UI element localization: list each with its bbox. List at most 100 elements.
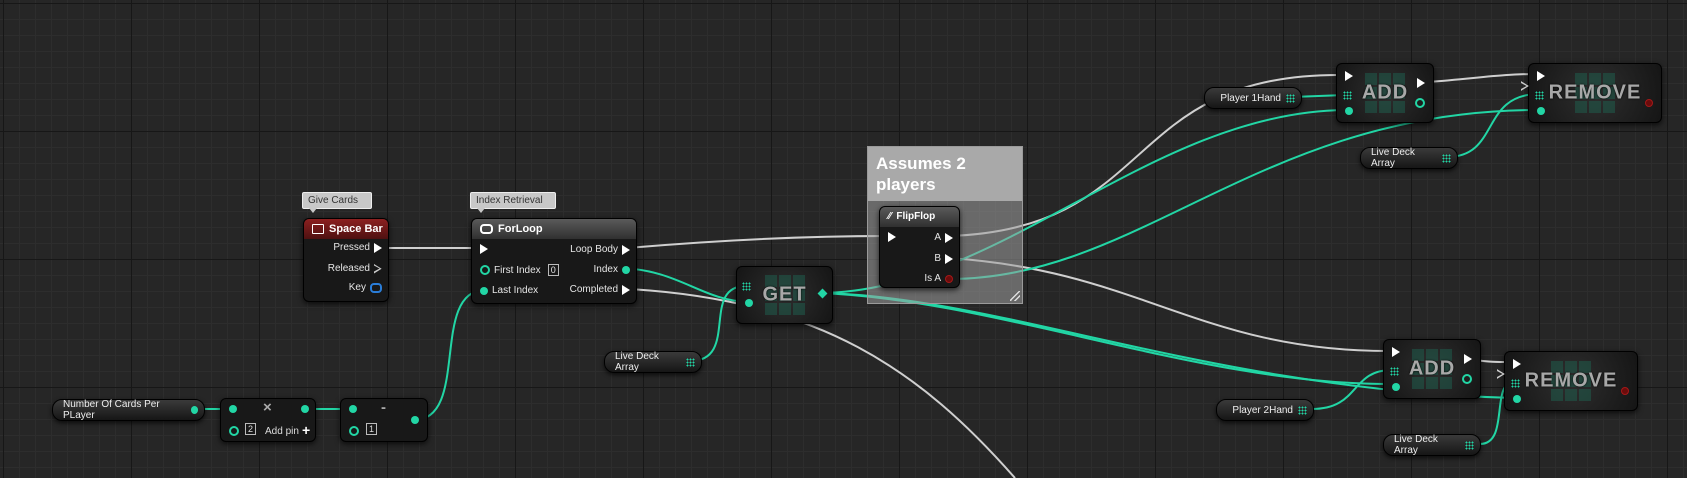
flipflop-exec-in[interactable]	[888, 232, 896, 242]
int-pin-icon[interactable]	[349, 405, 357, 413]
flipflop-b-row[interactable]: B	[934, 253, 953, 264]
flipflop-isa-row[interactable]: Is A	[924, 273, 953, 284]
exec-in-icon[interactable]	[888, 232, 896, 242]
exec-out-icon[interactable]	[945, 253, 953, 264]
first-index-input[interactable]: 0	[547, 264, 559, 276]
array-pin-icon[interactable]	[1465, 440, 1474, 450]
int-pin-icon[interactable]	[190, 406, 198, 414]
num-cards-variable[interactable]: Number Of Cards Per PLayer	[52, 399, 205, 421]
exec-out-hollow-icon[interactable]	[374, 264, 382, 274]
space-bar-header: Space Bar	[304, 219, 388, 239]
live-deck-label: Live Deck Array	[1394, 434, 1438, 456]
subtract-node[interactable]: - 1	[340, 398, 428, 442]
array-pin-icon[interactable]	[742, 282, 751, 291]
exec-in-row[interactable]	[480, 244, 488, 254]
item-pin-icon[interactable]	[1345, 107, 1353, 115]
wire-isa-to-remove1	[947, 109, 1539, 281]
space-bar-comment[interactable]: Give Cards	[302, 192, 372, 213]
array-add-node-top[interactable]: ADD	[1336, 63, 1434, 123]
pressed-pin-row[interactable]: Pressed	[333, 242, 382, 253]
int-out-pin-icon[interactable]	[1415, 98, 1425, 108]
array-pin-icon[interactable]	[1442, 153, 1451, 163]
int-pin-icon[interactable]	[229, 426, 239, 436]
add-pin-label[interactable]: Add pin	[265, 426, 299, 437]
is-a-label: Is A	[924, 273, 941, 284]
array-grid-icon	[1575, 73, 1615, 113]
loop-body-row[interactable]: Loop Body	[570, 244, 630, 255]
array-pin-icon[interactable]	[1511, 379, 1520, 388]
exec-out-icon[interactable]	[374, 242, 382, 253]
int-pin-icon[interactable]	[229, 405, 237, 413]
exec-out-hollow-icon[interactable]	[1497, 369, 1505, 379]
array-grid-icon	[1412, 349, 1452, 389]
flipflop-icon: ⁄⁄	[888, 211, 892, 222]
key-struct-pin-icon[interactable]	[370, 282, 382, 293]
index-row[interactable]: Index	[594, 264, 630, 275]
wire-index-to-get	[619, 267, 749, 303]
array-remove-node-top[interactable]: REMOVE	[1528, 63, 1662, 123]
first-index-label: First Index	[494, 264, 541, 276]
for-loop-comment-text: Index Retrieval	[476, 195, 543, 206]
player1-hand-variable[interactable]: Player 1Hand	[1204, 87, 1302, 109]
array-remove-node-bottom[interactable]: REMOVE	[1504, 351, 1638, 411]
bool-out-pin-icon[interactable]	[1621, 387, 1629, 395]
multiply-value-input[interactable]: 2	[245, 423, 257, 435]
flipflop-a-row[interactable]: A	[934, 232, 953, 243]
int-pin-icon[interactable]	[622, 265, 630, 274]
array-add-node-bottom[interactable]: ADD	[1383, 339, 1481, 399]
resize-handle-icon[interactable]	[1010, 291, 1020, 301]
array-pin-icon[interactable]	[1343, 91, 1352, 100]
int-pin-icon[interactable]	[349, 426, 359, 436]
for-loop-node[interactable]: ForLoop Loop Body First Index 0 Index La…	[471, 218, 637, 304]
multiply-node[interactable]: × 2 Add pin +	[220, 398, 316, 442]
key-pin-row[interactable]: Key	[349, 282, 382, 293]
int-pin-icon[interactable]	[745, 299, 753, 307]
exec-out-icon[interactable]	[622, 284, 630, 295]
exec-out-icon[interactable]	[622, 244, 630, 255]
item-pin-icon[interactable]	[1513, 395, 1521, 403]
first-index-row[interactable]: First Index 0	[480, 264, 559, 276]
exec-out-icon[interactable]	[945, 232, 953, 243]
item-pin-icon[interactable]	[1537, 107, 1545, 115]
exec-in-icon[interactable]	[1537, 71, 1545, 81]
exec-in-icon[interactable]	[1392, 347, 1400, 357]
exec-out-icon[interactable]	[1417, 78, 1425, 88]
exec-out-icon[interactable]	[1464, 354, 1472, 364]
int-pin-icon[interactable]	[480, 265, 490, 275]
live-deck-variable-2[interactable]: Live Deck Array	[1360, 147, 1458, 169]
for-loop-title: ForLoop	[498, 223, 543, 235]
exec-out-hollow-icon[interactable]	[1521, 81, 1529, 91]
live-deck-variable-3[interactable]: Live Deck Array	[1383, 434, 1481, 456]
plus-icon[interactable]: +	[302, 422, 310, 438]
for-loop-header: ForLoop	[472, 219, 636, 239]
pressed-label: Pressed	[333, 242, 370, 253]
array-pin-icon[interactable]	[686, 357, 695, 367]
last-index-row[interactable]: Last Index	[480, 285, 538, 296]
bool-pin-icon[interactable]	[945, 274, 953, 283]
int-out-pin-icon[interactable]	[411, 416, 419, 424]
item-pin-icon[interactable]	[1392, 383, 1400, 391]
array-get-node[interactable]: GET	[736, 266, 833, 324]
player2-hand-variable[interactable]: Player 2Hand	[1216, 399, 1314, 421]
array-pin-icon[interactable]	[1535, 91, 1544, 100]
live-deck-variable-1[interactable]: Live Deck Array	[604, 351, 702, 373]
int-out-pin-icon[interactable]	[1462, 374, 1472, 384]
out-pin-icon[interactable]	[817, 288, 828, 299]
for-loop-comment[interactable]: Index Retrieval	[470, 192, 556, 213]
exec-in-icon[interactable]	[480, 244, 488, 254]
exec-in-icon[interactable]	[1513, 359, 1521, 369]
comment-box-title[interactable]: Assumes 2 players	[868, 147, 1022, 201]
int-pin-icon[interactable]	[480, 286, 488, 295]
array-pin-icon[interactable]	[1390, 367, 1399, 376]
space-bar-event-node[interactable]: Space Bar Pressed Released Key	[303, 218, 389, 302]
flipflop-node[interactable]: ⁄⁄ FlipFlop A B Is A	[879, 206, 960, 288]
bool-out-pin-icon[interactable]	[1645, 99, 1653, 107]
array-pin-icon[interactable]	[1286, 93, 1295, 103]
completed-row[interactable]: Completed	[570, 284, 630, 295]
released-pin-row[interactable]: Released	[328, 263, 382, 274]
loop-icon	[480, 224, 493, 234]
int-out-pin-icon[interactable]	[301, 405, 309, 413]
array-pin-icon[interactable]	[1298, 405, 1307, 415]
subtract-value-input[interactable]: 1	[366, 423, 378, 435]
exec-in-icon[interactable]	[1345, 71, 1353, 81]
